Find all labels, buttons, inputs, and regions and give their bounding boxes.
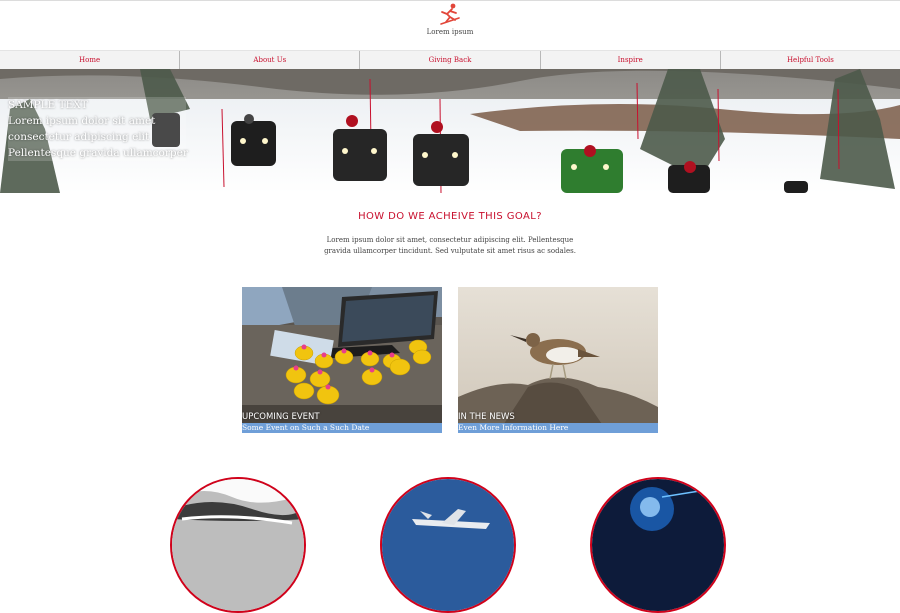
feature-circle-airplane[interactable]: [380, 477, 516, 613]
nav-item-inspire[interactable]: Inspire: [541, 51, 721, 70]
nav-item-home[interactable]: Home: [0, 51, 181, 70]
hero-line: Pellentesque gravida ullamcorper: [8, 147, 188, 159]
hero-banner: SAMPLE TEXT Lorem ipsum dolor sit amet c…: [0, 69, 900, 193]
clouds-photo: [172, 479, 304, 611]
section-body: Lorem ipsum dolor sit amet, consectetur …: [324, 236, 576, 255]
card-title: UPCOMING EVENT: [242, 412, 320, 422]
top-border: [0, 0, 900, 1]
upcoming-event-card[interactable]: UPCOMING EVENT Some Event on Such a Such…: [242, 287, 442, 433]
nav-item-giving-back[interactable]: Giving Back: [360, 51, 541, 70]
main-nav: Home About Us Giving Back Inspire Helpfu…: [0, 50, 900, 70]
feature-circle-technology[interactable]: [590, 477, 726, 613]
card-title: IN THE NEWS: [458, 412, 515, 422]
airplane-photo: [382, 479, 514, 611]
feature-circle-clouds[interactable]: [170, 477, 306, 613]
hero-text-block: SAMPLE TEXT Lorem ipsum dolor sit amet c…: [8, 97, 188, 161]
logo-text: Lorem ipsum: [426, 28, 474, 36]
site-logo[interactable]: Lorem ipsum: [420, 2, 480, 40]
card-subtitle[interactable]: Even More Information Here: [458, 423, 658, 433]
nav-item-about-us[interactable]: About Us: [180, 51, 361, 70]
skier-icon: [440, 3, 460, 25]
hero-heading: SAMPLE TEXT: [8, 99, 88, 111]
nav-item-helpful-tools[interactable]: Helpful Tools: [721, 51, 900, 70]
technology-photo: [592, 479, 724, 611]
section-title: HOW DO WE ACHEIVE THIS GOAL?: [358, 211, 542, 222]
hero-line: consectetur adipiscing elit: [8, 131, 150, 143]
card-subtitle[interactable]: Some Event on Such a Such Date: [242, 423, 442, 433]
hero-line: Lorem ipsum dolor sit amet: [8, 115, 156, 127]
in-the-news-card[interactable]: IN THE NEWS Even More Information Here: [458, 287, 658, 433]
